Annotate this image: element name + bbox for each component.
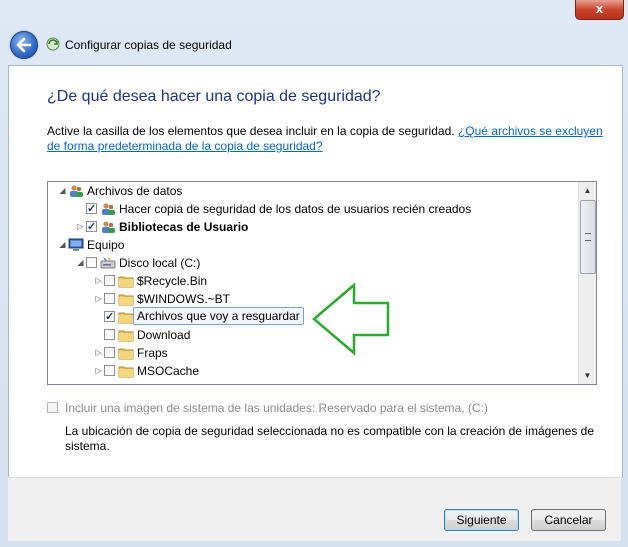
expanded-arrow-icon[interactable]: ◢ bbox=[76, 254, 85, 272]
collapsed-arrow-icon[interactable]: ▷ bbox=[94, 362, 103, 380]
tree-item-label: $WINDOWS.~BT bbox=[137, 292, 231, 306]
page-heading: ¿De qué desea hacer una copia de segurid… bbox=[47, 88, 381, 105]
tree-item-label: $Recycle.Bin bbox=[137, 274, 208, 288]
next-button[interactable]: Siguiente bbox=[444, 509, 519, 531]
description: Active la casilla de los elementos que d… bbox=[47, 124, 607, 154]
window-frame: x Configurar copias de seguridad ¿De qué… bbox=[0, 0, 628, 547]
scroll-thumb[interactable] bbox=[580, 200, 596, 274]
tree-item-label: Archivos que voy a resguardar bbox=[133, 307, 304, 325]
tree-item[interactable]: ◢ Equipo bbox=[48, 236, 578, 254]
collapsed-arrow-icon[interactable]: ▷ bbox=[76, 218, 85, 236]
folder-icon bbox=[118, 363, 134, 379]
item-checkbox[interactable] bbox=[104, 347, 115, 358]
tree-item-label: Disco local (C:) bbox=[119, 256, 201, 270]
back-button[interactable] bbox=[10, 31, 38, 59]
tree-item[interactable]: ◢ Disco local (C:) bbox=[48, 254, 578, 272]
tree-item-label: Fraps bbox=[137, 346, 168, 360]
collapsed-arrow-icon[interactable]: ▷ bbox=[94, 272, 103, 290]
computer-icon bbox=[68, 237, 84, 253]
tree-item-label: Download bbox=[137, 328, 191, 342]
folder-icon bbox=[118, 309, 134, 325]
system-image-checkbox[interactable] bbox=[47, 402, 58, 413]
item-checkbox[interactable] bbox=[86, 257, 97, 268]
drive-icon bbox=[100, 255, 116, 271]
users-icon bbox=[68, 183, 84, 199]
tree-item[interactable]: ▷ MSOCache bbox=[48, 362, 578, 380]
tree-item-label: Hacer copia de seguridad de los datos de… bbox=[119, 202, 472, 216]
system-image-note: La ubicación de copia de seguridad selec… bbox=[65, 424, 595, 453]
window-title: Configurar copias de seguridad bbox=[65, 38, 232, 52]
scroll-up-arrow-icon[interactable]: ▲ bbox=[579, 182, 596, 199]
collapsed-arrow-icon[interactable]: ▷ bbox=[94, 344, 103, 362]
description-text: Active la casilla de los elementos que d… bbox=[47, 124, 455, 138]
folder-icon bbox=[118, 327, 134, 343]
backup-icon bbox=[46, 37, 60, 51]
folder-icon bbox=[118, 273, 134, 289]
cancel-button[interactable]: Cancelar bbox=[531, 509, 606, 531]
item-checkbox[interactable] bbox=[86, 218, 97, 236]
system-image-label: Incluir una imagen de sistema de las uni… bbox=[65, 401, 488, 415]
tree-scrollbar[interactable]: ▲ ▼ bbox=[578, 182, 596, 384]
tree-item[interactable]: ◢ Archivos de datos bbox=[48, 182, 578, 200]
collapsed-arrow-icon[interactable]: ▷ bbox=[94, 290, 103, 308]
expanded-arrow-icon[interactable]: ◢ bbox=[58, 236, 67, 254]
scroll-down-arrow-icon[interactable]: ▼ bbox=[579, 367, 596, 384]
item-checkbox[interactable] bbox=[104, 329, 115, 340]
back-arrow-icon bbox=[16, 37, 32, 53]
content-panel: ¿De qué desea hacer una copia de segurid… bbox=[8, 65, 623, 478]
item-checkbox[interactable] bbox=[104, 365, 115, 376]
tree-item-label: Archivos de datos bbox=[87, 184, 183, 198]
button-bar: Siguiente Cancelar bbox=[8, 477, 621, 541]
folder-icon bbox=[118, 345, 134, 361]
annotation-arrow-icon bbox=[312, 282, 390, 356]
expanded-arrow-icon[interactable]: ◢ bbox=[58, 182, 67, 200]
tree-item[interactable]: ▷ Bibliotecas de Usuario bbox=[48, 218, 578, 236]
tree-item[interactable]: Hacer copia de seguridad de los datos de… bbox=[48, 200, 578, 218]
item-checkbox[interactable] bbox=[104, 308, 115, 326]
tree-item-label: Equipo bbox=[87, 238, 125, 252]
close-button[interactable]: x bbox=[575, 0, 624, 20]
users-icon bbox=[100, 201, 116, 217]
folder-icon bbox=[118, 291, 134, 307]
library-icon bbox=[100, 219, 116, 235]
tree-item-label: Bibliotecas de Usuario bbox=[119, 220, 249, 234]
tree-item-label: MSOCache bbox=[137, 364, 200, 378]
item-checkbox[interactable] bbox=[104, 275, 115, 286]
item-checkbox[interactable] bbox=[86, 200, 97, 218]
item-checkbox[interactable] bbox=[104, 293, 115, 304]
